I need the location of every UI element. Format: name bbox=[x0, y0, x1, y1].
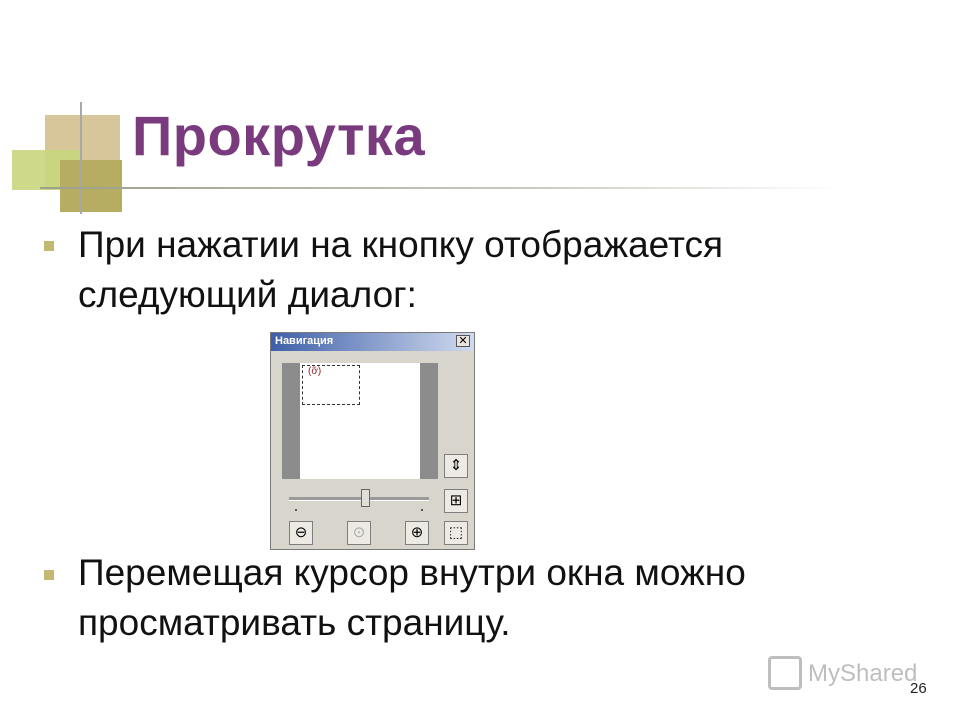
zoom-slider-thumb[interactable] bbox=[361, 489, 370, 507]
watermark: MyShared bbox=[768, 656, 918, 696]
title-underline bbox=[40, 187, 840, 189]
page-preview[interactable]: (ỡ) bbox=[282, 363, 438, 479]
bullet-marker bbox=[44, 241, 54, 251]
slider-tick bbox=[295, 509, 297, 511]
slider-tick bbox=[421, 509, 423, 511]
bullet-text-1: При нажатии на кнопку отображается следу… bbox=[78, 224, 724, 315]
page-number: 26 bbox=[910, 680, 927, 697]
fit-view-icon[interactable]: ⊞ bbox=[444, 489, 468, 513]
myshared-logo-icon bbox=[768, 656, 802, 690]
dialog-title: Навигация bbox=[275, 335, 334, 347]
watermark-text: MyShared bbox=[808, 660, 918, 687]
bullet-marker bbox=[44, 570, 54, 580]
preview-margin-right bbox=[420, 363, 438, 479]
decorative-square-olive bbox=[60, 160, 122, 212]
bullet-text-2: Перемещая курсор внутри окна можно просм… bbox=[78, 552, 746, 643]
close-button[interactable]: ✕ bbox=[456, 335, 470, 347]
page-thumbnail-mark: (ỡ) bbox=[308, 366, 322, 377]
zoom-slider-track[interactable] bbox=[289, 497, 429, 501]
scroll-arrows-icon[interactable]: ⇕ bbox=[444, 454, 468, 478]
zoom-in-icon[interactable]: ⊕ bbox=[405, 521, 429, 545]
preview-margin-left bbox=[282, 363, 300, 479]
zoom-select-icon[interactable]: ⬚ bbox=[444, 521, 468, 545]
navigation-dialog: Навигация ✕ (ỡ) ⇕ ⊞ ⊖ ⊙ ⊕ ⬚ bbox=[270, 332, 475, 550]
dialog-titlebar[interactable]: Навигация ✕ bbox=[271, 333, 474, 351]
zoom-reset-icon[interactable]: ⊙ bbox=[347, 521, 371, 545]
slide-title: Прокрутка bbox=[132, 104, 426, 167]
decorative-vertical-line bbox=[80, 102, 82, 214]
zoom-out-icon[interactable]: ⊖ bbox=[289, 521, 313, 545]
